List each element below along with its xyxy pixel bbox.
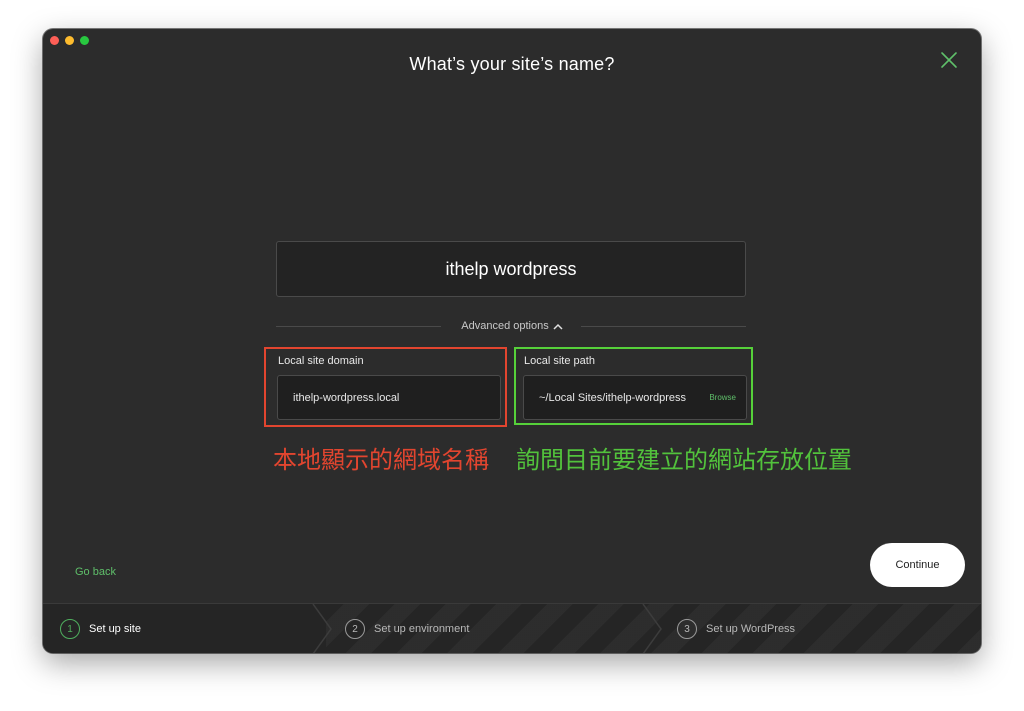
continue-button[interactable]: Continue: [870, 543, 965, 587]
annotation-note-green: 詢問目前要建立的網站存放位置: [516, 447, 852, 474]
advanced-options-toggle[interactable]: Advanced options: [448, 318, 576, 334]
site-name-input[interactable]: ithelp wordpress: [276, 241, 746, 297]
local-site-domain-value: ithelp-wordpress.local: [293, 391, 400, 404]
advanced-options-label: Advanced options: [461, 320, 549, 332]
close-icon: [941, 52, 957, 68]
steps-bar: 1 Set up site 2 Set up environment 3 Set…: [43, 603, 981, 653]
step-set-up-site: 1 Set up site: [60, 604, 141, 653]
local-site-path-label: Local site path: [524, 355, 595, 367]
browse-button[interactable]: Browse: [709, 393, 736, 402]
step-label-3: Set up WordPress: [706, 623, 796, 635]
local-site-domain-input[interactable]: ithelp-wordpress.local: [277, 375, 501, 420]
step-set-up-wordpress: 3 Set up WordPress: [677, 604, 795, 653]
annotation-note-red: 本地顯示的網域名稱: [273, 447, 489, 474]
close-button[interactable]: [938, 49, 960, 71]
chevron-up-icon: [553, 323, 563, 330]
step-set-up-environment: 2 Set up environment: [345, 604, 469, 653]
step-separator-1: [312, 604, 332, 653]
step-separator-2: [642, 604, 662, 653]
local-site-domain-label: Local site domain: [278, 355, 364, 367]
step-label-1: Set up site: [89, 623, 141, 635]
app-window: What’s your site’s name? ithelp wordpres…: [43, 29, 981, 653]
page-title: What’s your site’s name?: [409, 54, 615, 74]
local-site-path-input[interactable]: ~/Local Sites/ithelp-wordpress Browse: [523, 375, 747, 420]
step-number-2: 2: [345, 619, 365, 639]
window-zoom-dot[interactable]: [80, 36, 89, 45]
go-back-link[interactable]: Go back: [75, 566, 116, 578]
local-site-path-value: ~/Local Sites/ithelp-wordpress: [539, 391, 687, 404]
step-number-1: 1: [60, 619, 80, 639]
window-minimize-dot[interactable]: [65, 36, 74, 45]
window-close-dot[interactable]: [50, 36, 59, 45]
step-label-2: Set up environment: [374, 623, 470, 635]
step-number-3: 3: [677, 619, 697, 639]
divider-right: [581, 326, 746, 327]
divider-left: [276, 326, 441, 327]
